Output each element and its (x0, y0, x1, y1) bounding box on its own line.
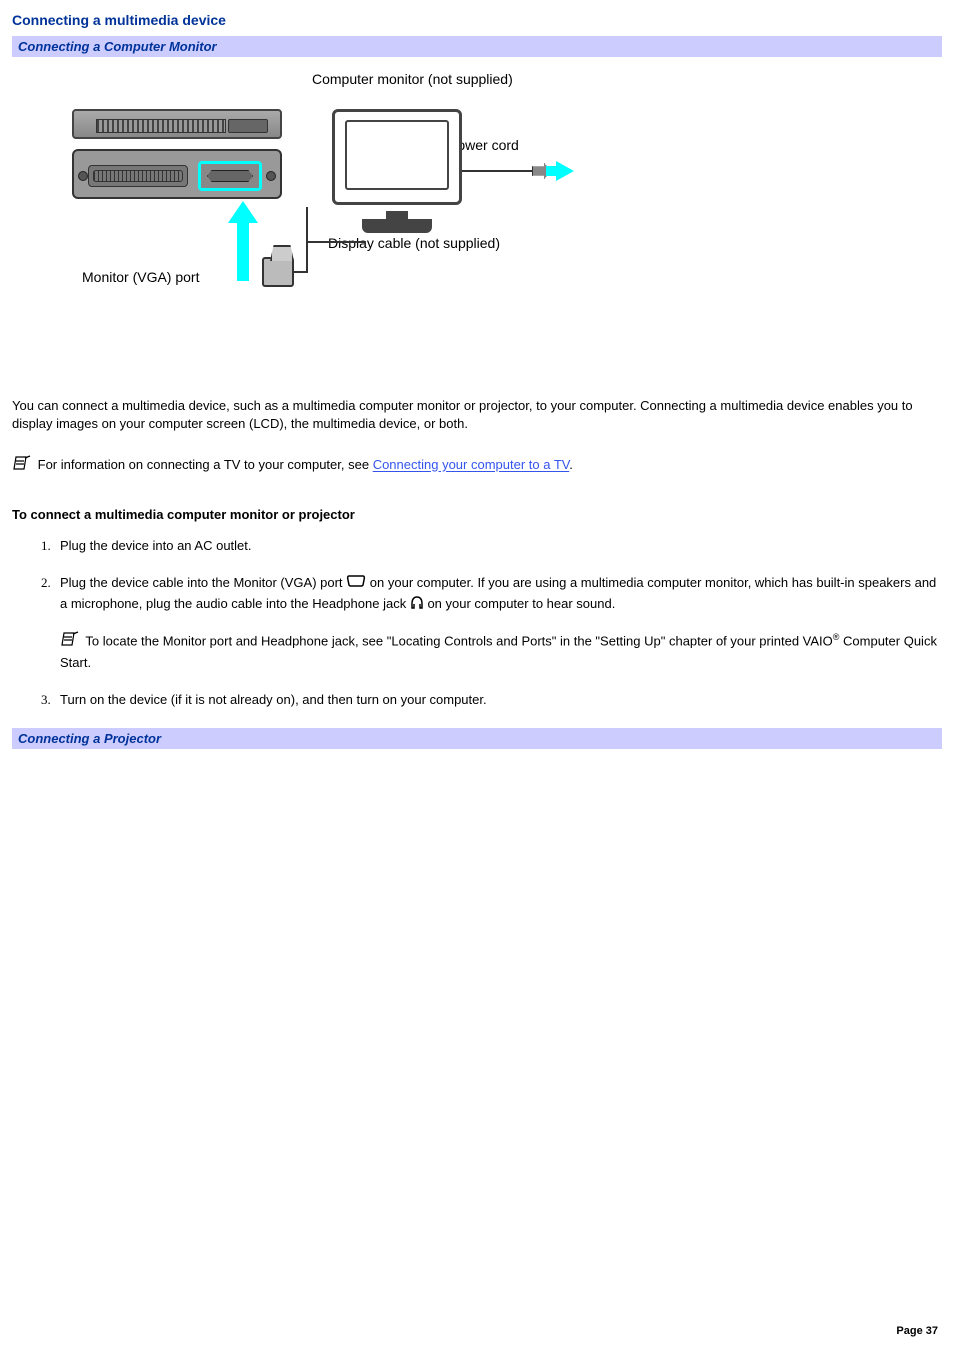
label-vga-port: Monitor (VGA) port (82, 269, 199, 285)
step-2-note: To locate the Monitor port and Headphone… (60, 631, 942, 672)
arrow-into-port (228, 201, 258, 281)
port-replicator-panel (72, 149, 282, 199)
laptop-rear-view (72, 109, 282, 139)
vga-port-highlight (198, 161, 262, 191)
page-title: Connecting a multimedia device (12, 12, 942, 28)
procedure-steps: Plug the device into an AC outlet. Plug … (54, 536, 942, 710)
page-number: Page 37 (896, 1325, 938, 1337)
procedure-heading: To connect a multimedia computer monitor… (12, 507, 942, 522)
link-connecting-tv[interactable]: Connecting your computer to a TV (373, 458, 570, 473)
section-heading-connecting-monitor: Connecting a Computer Monitor (12, 36, 942, 57)
vga-port-icon (346, 574, 366, 594)
vga-connector (262, 257, 294, 287)
step-1-text: Plug the device into an AC outlet. (60, 538, 252, 553)
section-heading-connecting-projector: Connecting a Projector (12, 728, 942, 749)
note-icon (12, 455, 34, 477)
step-1: Plug the device into an AC outlet. (54, 536, 942, 556)
diagram-connecting-monitor: Computer monitor (not supplied) Power co… (62, 87, 622, 327)
step-2-text-a: Plug the device cable into the Monitor (… (60, 575, 346, 590)
power-cord-graphic (462, 161, 592, 181)
note-text-after: . (569, 458, 573, 473)
intro-paragraph: You can connect a multimedia device, suc… (12, 397, 942, 433)
step-3-text: Turn on the device (if it is not already… (60, 692, 487, 707)
label-display-cable: Display cable (not supplied) (328, 235, 500, 251)
external-monitor (332, 109, 462, 219)
note-tv-connection: For information on connecting a TV to yo… (12, 455, 942, 477)
step-2: Plug the device cable into the Monitor (… (54, 573, 942, 672)
step-2-text-c: on your computer to hear sound. (427, 596, 615, 611)
note-text-before: For information on connecting a TV to yo… (38, 458, 373, 473)
note-icon (60, 631, 82, 653)
step-2-note-a: To locate the Monitor port and Headphone… (85, 634, 832, 649)
step-3: Turn on the device (if it is not already… (54, 690, 942, 710)
headphone-icon (410, 594, 424, 616)
label-computer-monitor: Computer monitor (not supplied) (312, 71, 513, 87)
